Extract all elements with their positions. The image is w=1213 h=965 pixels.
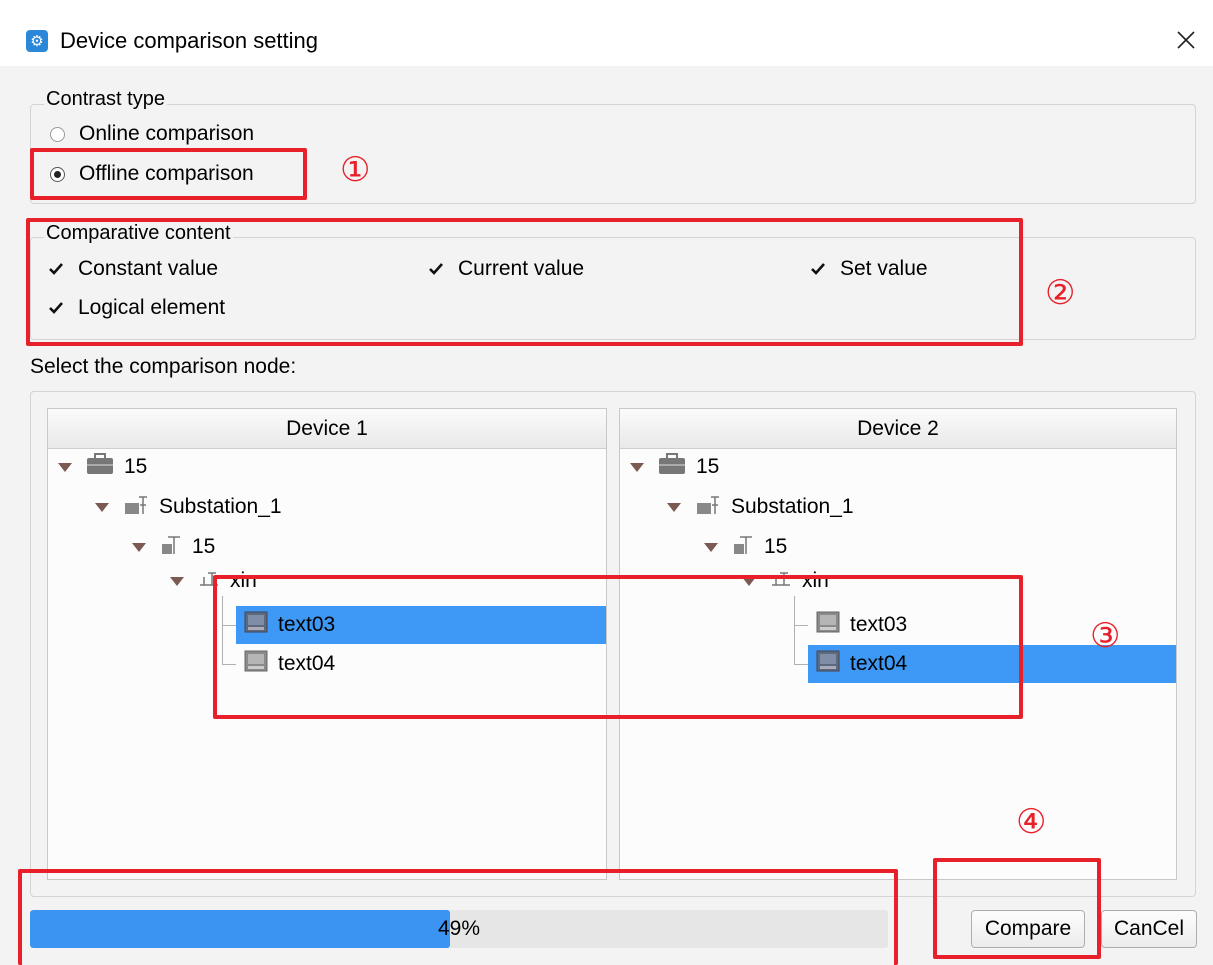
expand-caret-icon[interactable] — [170, 576, 184, 586]
node-label: 15 — [192, 535, 216, 558]
device2-node-substation[interactable]: Substation_1 — [667, 488, 854, 526]
annotation-box-3 — [213, 575, 1023, 719]
device1-node-substation[interactable]: Substation_1 — [95, 488, 282, 526]
radio-button[interactable] — [50, 126, 65, 142]
annotation-box-1 — [30, 148, 307, 200]
annotation-number-4: ④ — [1016, 802, 1047, 842]
online-comparison-label: Online comparison — [79, 122, 255, 145]
title-bar: ⚙ Device comparison setting — [0, 0, 1213, 66]
select-node-label: Select the comparison node: — [30, 355, 297, 378]
node-label: Substation_1 — [731, 495, 854, 518]
node-label: 15 — [696, 455, 720, 478]
expand-caret-icon[interactable] — [704, 542, 718, 552]
node-label: Substation_1 — [159, 495, 282, 518]
device2-node-root[interactable]: 15 — [630, 448, 719, 486]
bay-icon — [160, 533, 182, 561]
contrast-type-legend: Contrast type — [44, 88, 167, 110]
close-button[interactable] — [1166, 20, 1206, 60]
node-label: 15 — [124, 455, 148, 478]
close-icon — [1177, 31, 1195, 49]
briefcase-icon — [658, 453, 686, 481]
node-label: 15 — [764, 535, 788, 558]
annotation-number-1: ① — [340, 150, 371, 190]
expand-caret-icon[interactable] — [667, 502, 681, 512]
annotation-box-progress — [18, 869, 898, 965]
device2-node-bay[interactable]: 15 — [704, 528, 787, 566]
annotation-box-2 — [26, 218, 1023, 346]
expand-caret-icon[interactable] — [132, 542, 146, 552]
annotation-number-2: ② — [1045, 273, 1076, 313]
annotation-number-3: ③ — [1090, 616, 1121, 656]
cancel-button[interactable]: CanCel — [1101, 910, 1197, 948]
bay-icon — [732, 533, 754, 561]
expand-caret-icon[interactable] — [630, 462, 644, 472]
device2-header[interactable]: Device 2 — [620, 409, 1176, 449]
gear-icon: ⚙ — [26, 30, 48, 52]
expand-caret-icon[interactable] — [95, 502, 109, 512]
online-comparison-radio[interactable]: Online comparison — [50, 122, 254, 146]
device1-node-bay[interactable]: 15 — [132, 528, 215, 566]
expand-caret-icon[interactable] — [58, 462, 72, 472]
device1-header[interactable]: Device 1 — [48, 409, 606, 449]
briefcase-icon — [86, 453, 114, 481]
annotation-box-4 — [933, 858, 1101, 959]
substation-icon — [695, 493, 721, 521]
device1-node-root[interactable]: 15 — [58, 448, 147, 486]
window-title: Device comparison setting — [60, 28, 319, 53]
substation-icon — [123, 493, 149, 521]
